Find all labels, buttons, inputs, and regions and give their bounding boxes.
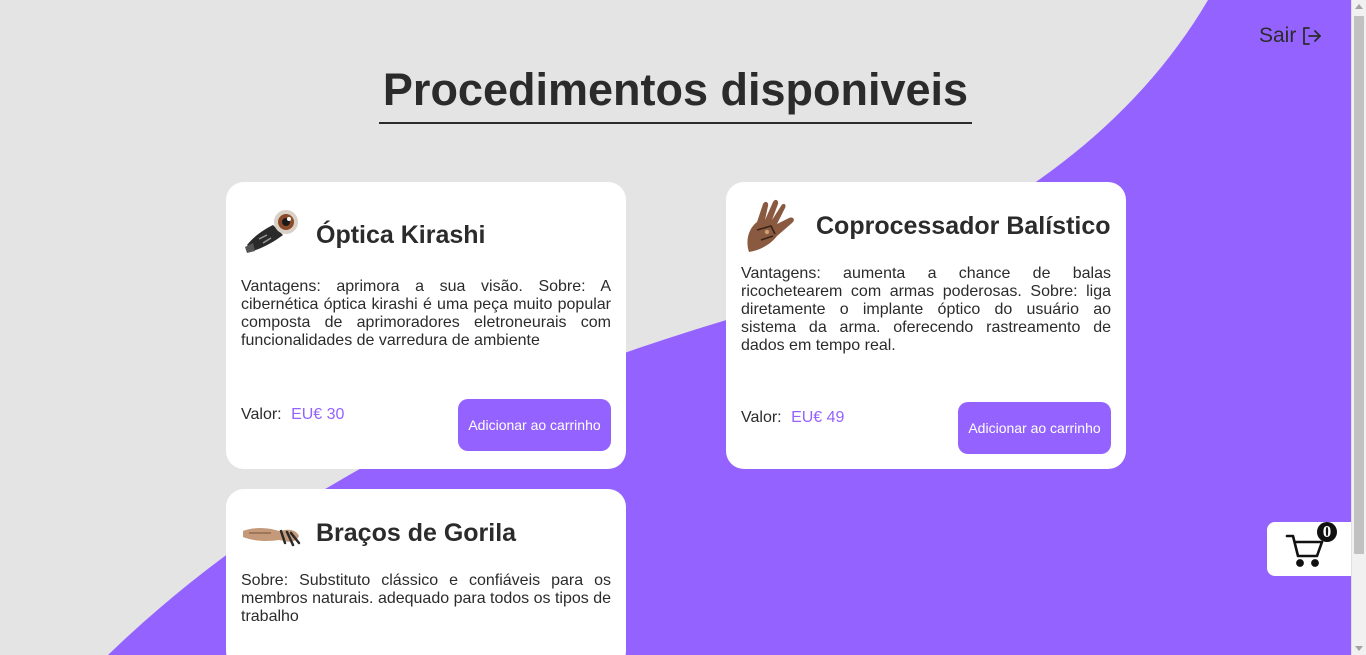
cybernetic-eye-icon — [245, 210, 298, 253]
scrollbar-thumb[interactable] — [1354, 16, 1364, 554]
page-title: Procedimentos disponiveis — [379, 64, 972, 124]
price-value: EU€ 49 — [791, 409, 845, 426]
logout-label: Sair — [1259, 24, 1297, 47]
scrollbar[interactable] — [1351, 0, 1366, 655]
cybernetic-hand-icon — [747, 199, 794, 252]
add-to-cart-button[interactable]: Adicionar ao carrinho — [958, 402, 1111, 454]
price-value: EU€ 30 — [291, 406, 345, 423]
product-description: Sobre: Substituto clássico e confiáveis … — [241, 572, 612, 625]
cart-button[interactable]: 0 — [1267, 522, 1351, 576]
add-to-cart-button[interactable]: Adicionar ao carrinho — [458, 399, 611, 451]
product-card-bracos-de-gorila: Braços de Gorila Sobre: Substituto cláss… — [226, 489, 626, 655]
product-description: Vantagens: aumenta a chance de balas ric… — [741, 265, 1111, 354]
scroll-up-icon[interactable] — [1355, 4, 1363, 9]
product-title: Braços de Gorila — [316, 519, 517, 547]
product-title: Óptica Kirashi — [316, 221, 486, 249]
sign-out-icon — [1303, 27, 1322, 45]
page: Sair Procedimentos disponiveis Óptica Ki… — [0, 0, 1366, 655]
cybernetic-arm-icon — [243, 528, 301, 547]
price-label: Valor: — [741, 409, 782, 426]
price-label: Valor: — [241, 406, 282, 423]
product-card-optica-kirashi: Óptica Kirashi Vantagens: aprimora a sua… — [226, 182, 626, 469]
product-title: Coprocessador Balístico — [816, 212, 1111, 240]
logout-link[interactable]: Sair — [1259, 24, 1322, 48]
product-description: Vantagens: aprimora a sua visão. Sobre: … — [241, 278, 611, 349]
cart-count-badge: 0 — [1317, 522, 1337, 542]
scroll-down-icon[interactable] — [1355, 646, 1363, 651]
product-card-coprocessador-balistico: Coprocessador Balístico Vantagens: aumen… — [726, 182, 1126, 469]
